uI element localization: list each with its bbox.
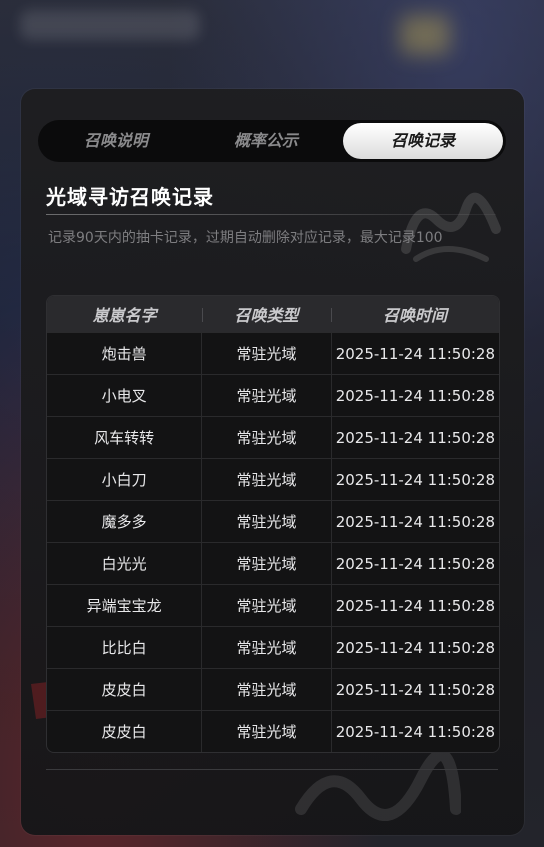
- cell-name: 白光光: [101, 555, 147, 573]
- table-row: 异端宝宝龙 常驻光域 2025-11-24 11:50:28: [47, 584, 499, 626]
- graffiti-bottom-decoration: [295, 749, 461, 821]
- section-title: 光域寻访召唤记录: [46, 185, 214, 209]
- cell-time: 2025-11-24 11:50:28: [330, 543, 499, 584]
- cell-type: 常驻光域: [201, 627, 330, 668]
- cell-name: 比比白: [101, 639, 147, 657]
- cell-type: 常驻光域: [201, 501, 330, 542]
- cell-name: 炮击兽: [101, 345, 147, 363]
- table-row: 魔多多 常驻光域 2025-11-24 11:50:28: [47, 500, 499, 542]
- cell-type: 常驻光域: [201, 543, 330, 584]
- cell-name: 小电叉: [101, 387, 147, 405]
- cell-time: 2025-11-24 11:50:28: [330, 711, 499, 752]
- cell-time: 2025-11-24 11:50:28: [330, 585, 499, 626]
- record-table: 崽崽名字 召唤类型 召唤时间 炮击兽 常驻光域 2025-11-24 11:50…: [46, 295, 500, 753]
- table-row: 皮皮白 常驻光域 2025-11-24 11:50:28: [47, 668, 499, 710]
- cell-time: 2025-11-24 11:50:28: [330, 459, 499, 500]
- header-name: 崽崽名字: [92, 306, 157, 325]
- table-header: 崽崽名字 召唤类型 召唤时间: [47, 296, 499, 332]
- cell-type: 常驻光域: [201, 585, 330, 626]
- cell-time: 2025-11-24 11:50:28: [330, 501, 499, 542]
- background-blur: [20, 10, 200, 40]
- cell-type: 常驻光域: [201, 669, 330, 710]
- cell-type: 常驻光域: [201, 459, 330, 500]
- header-time: 召唤时间: [331, 296, 499, 332]
- cell-time: 2025-11-24 11:50:28: [330, 417, 499, 458]
- cell-name: 风车转转: [94, 429, 155, 447]
- bottom-divider: [46, 769, 498, 770]
- cell-time: 2025-11-24 11:50:28: [330, 375, 499, 416]
- header-type: 召唤类型: [202, 296, 331, 332]
- tab-bar: 召唤说明 概率公示 召唤记录: [38, 120, 506, 162]
- cell-name: 魔多多: [101, 513, 147, 531]
- table-row: 炮击兽 常驻光域 2025-11-24 11:50:28: [47, 332, 499, 374]
- cell-type: 常驻光域: [201, 417, 330, 458]
- summon-record-panel: 召唤说明 概率公示 召唤记录 光域寻访召唤记录 记录90天内的抽卡记录，过期自动…: [21, 89, 524, 835]
- table-row: 比比白 常驻光域 2025-11-24 11:50:28: [47, 626, 499, 668]
- cell-time: 2025-11-24 11:50:28: [330, 627, 499, 668]
- cell-time: 2025-11-24 11:50:28: [330, 669, 499, 710]
- tab-summon-info[interactable]: 召唤说明: [41, 123, 191, 159]
- cell-name: 异端宝宝龙: [86, 597, 162, 615]
- table-row: 皮皮白 常驻光域 2025-11-24 11:50:28: [47, 710, 499, 752]
- cell-type: 常驻光域: [201, 333, 330, 374]
- cell-type: 常驻光域: [201, 711, 330, 752]
- title-divider: [46, 214, 496, 215]
- section-subtitle: 记录90天内的抽卡记录，过期自动删除对应记录，最大记录100: [48, 230, 443, 246]
- table-row: 小白刀 常驻光域 2025-11-24 11:50:28: [47, 458, 499, 500]
- table-row: 小电叉 常驻光域 2025-11-24 11:50:28: [47, 374, 499, 416]
- cell-name: 小白刀: [101, 471, 147, 489]
- cell-type: 常驻光域: [201, 375, 330, 416]
- table-row: 风车转转 常驻光域 2025-11-24 11:50:28: [47, 416, 499, 458]
- table-row: 白光光 常驻光域 2025-11-24 11:50:28: [47, 542, 499, 584]
- cell-time: 2025-11-24 11:50:28: [330, 333, 499, 374]
- background-blur-accent: [400, 15, 450, 55]
- tab-summon-record[interactable]: 召唤记录: [343, 123, 503, 159]
- cell-name: 皮皮白: [101, 723, 147, 741]
- tab-probability[interactable]: 概率公示: [191, 123, 341, 159]
- cell-name: 皮皮白: [101, 681, 147, 699]
